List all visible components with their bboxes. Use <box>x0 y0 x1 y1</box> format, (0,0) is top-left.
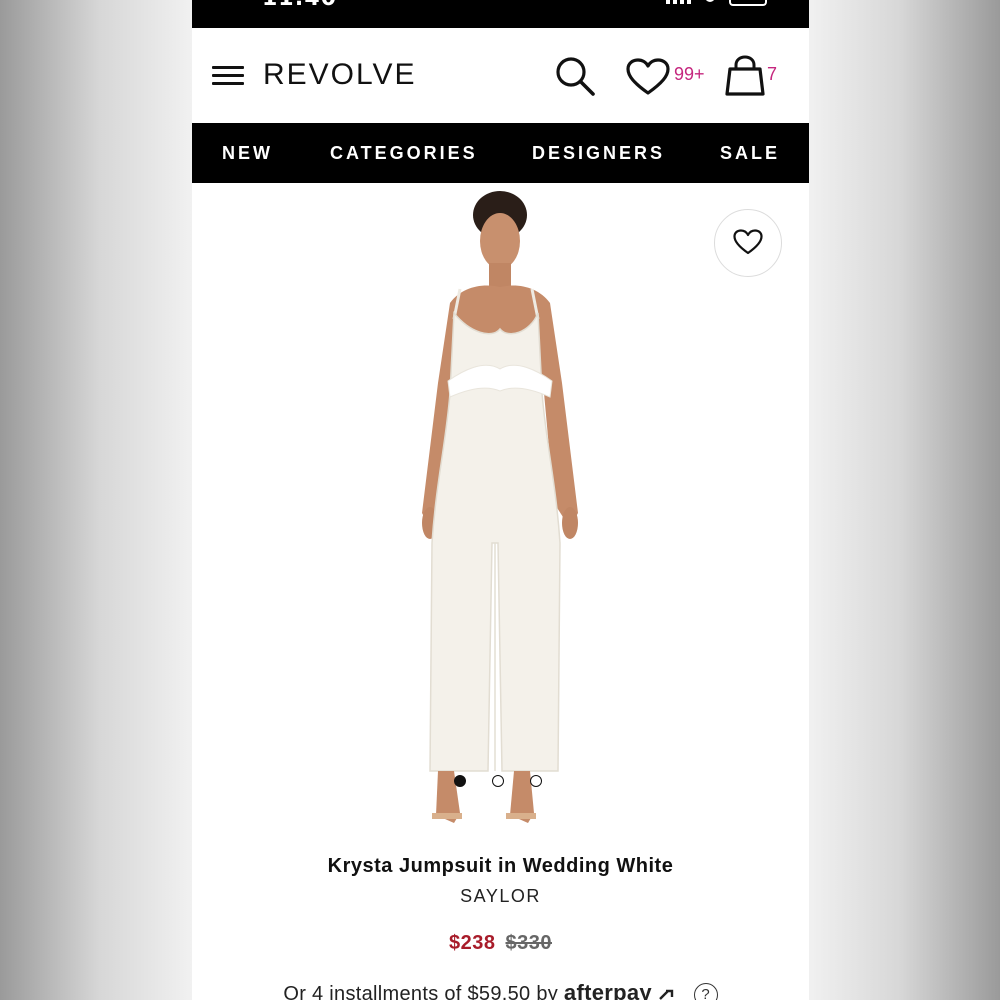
site-header: REVOLVE 99+ 7 <box>192 28 809 123</box>
product-photo <box>422 191 578 823</box>
product-image-carousel[interactable] <box>192 183 809 843</box>
wishlist-heart-icon[interactable] <box>626 58 670 96</box>
site-logo[interactable]: REVOLVE <box>263 58 417 92</box>
sale-price: $238 <box>449 932 496 954</box>
wishlist-count: 99+ <box>674 64 705 84</box>
main-nav: NEW CATEGORIES DESIGNERS SALE <box>192 123 809 183</box>
search-icon[interactable] <box>554 55 596 97</box>
original-price: $330 <box>505 932 552 954</box>
product-brand[interactable]: SAYLOR <box>192 886 809 907</box>
phone-screen: 11:40 REVOLVE 99+ 7 NEW CATEGORIES <box>192 0 809 1000</box>
shopping-bag-icon[interactable] <box>725 55 765 97</box>
nav-item-categories[interactable]: CATEGORIES <box>330 143 478 164</box>
afterpay-logo: afterpay <box>563 980 652 1000</box>
menu-icon[interactable] <box>212 64 246 88</box>
installments-info: Or 4 installments of $59.50 by afterpay … <box>192 980 809 1000</box>
battery-icon <box>729 0 767 6</box>
afterpay-arrows-icon <box>658 989 673 1000</box>
product-title: Krysta Jumpsuit in Wedding White <box>327 855 674 877</box>
product-prices: $238 $330 <box>192 932 809 955</box>
status-bar: 11:40 <box>192 0 809 28</box>
carousel-dot-1[interactable] <box>454 775 466 787</box>
heart-icon <box>733 229 763 255</box>
carousel-indicators <box>454 775 542 787</box>
nav-item-sale[interactable]: SALE <box>720 143 780 164</box>
status-time: 11:40 <box>262 0 337 11</box>
signal-icon <box>666 0 691 4</box>
status-icons <box>666 0 767 6</box>
nav-item-new[interactable]: NEW <box>222 143 273 164</box>
nav-item-designers[interactable]: DESIGNERS <box>532 143 665 164</box>
carousel-dot-3[interactable] <box>530 775 542 787</box>
bag-count: 7 <box>767 64 778 84</box>
wifi-icon <box>705 0 715 2</box>
help-icon[interactable]: ? <box>693 982 718 1000</box>
carousel-dot-2[interactable] <box>492 775 504 787</box>
installments-text: Or 4 installments of $59.50 by <box>283 983 559 1000</box>
add-to-favorites-button[interactable] <box>714 209 782 277</box>
